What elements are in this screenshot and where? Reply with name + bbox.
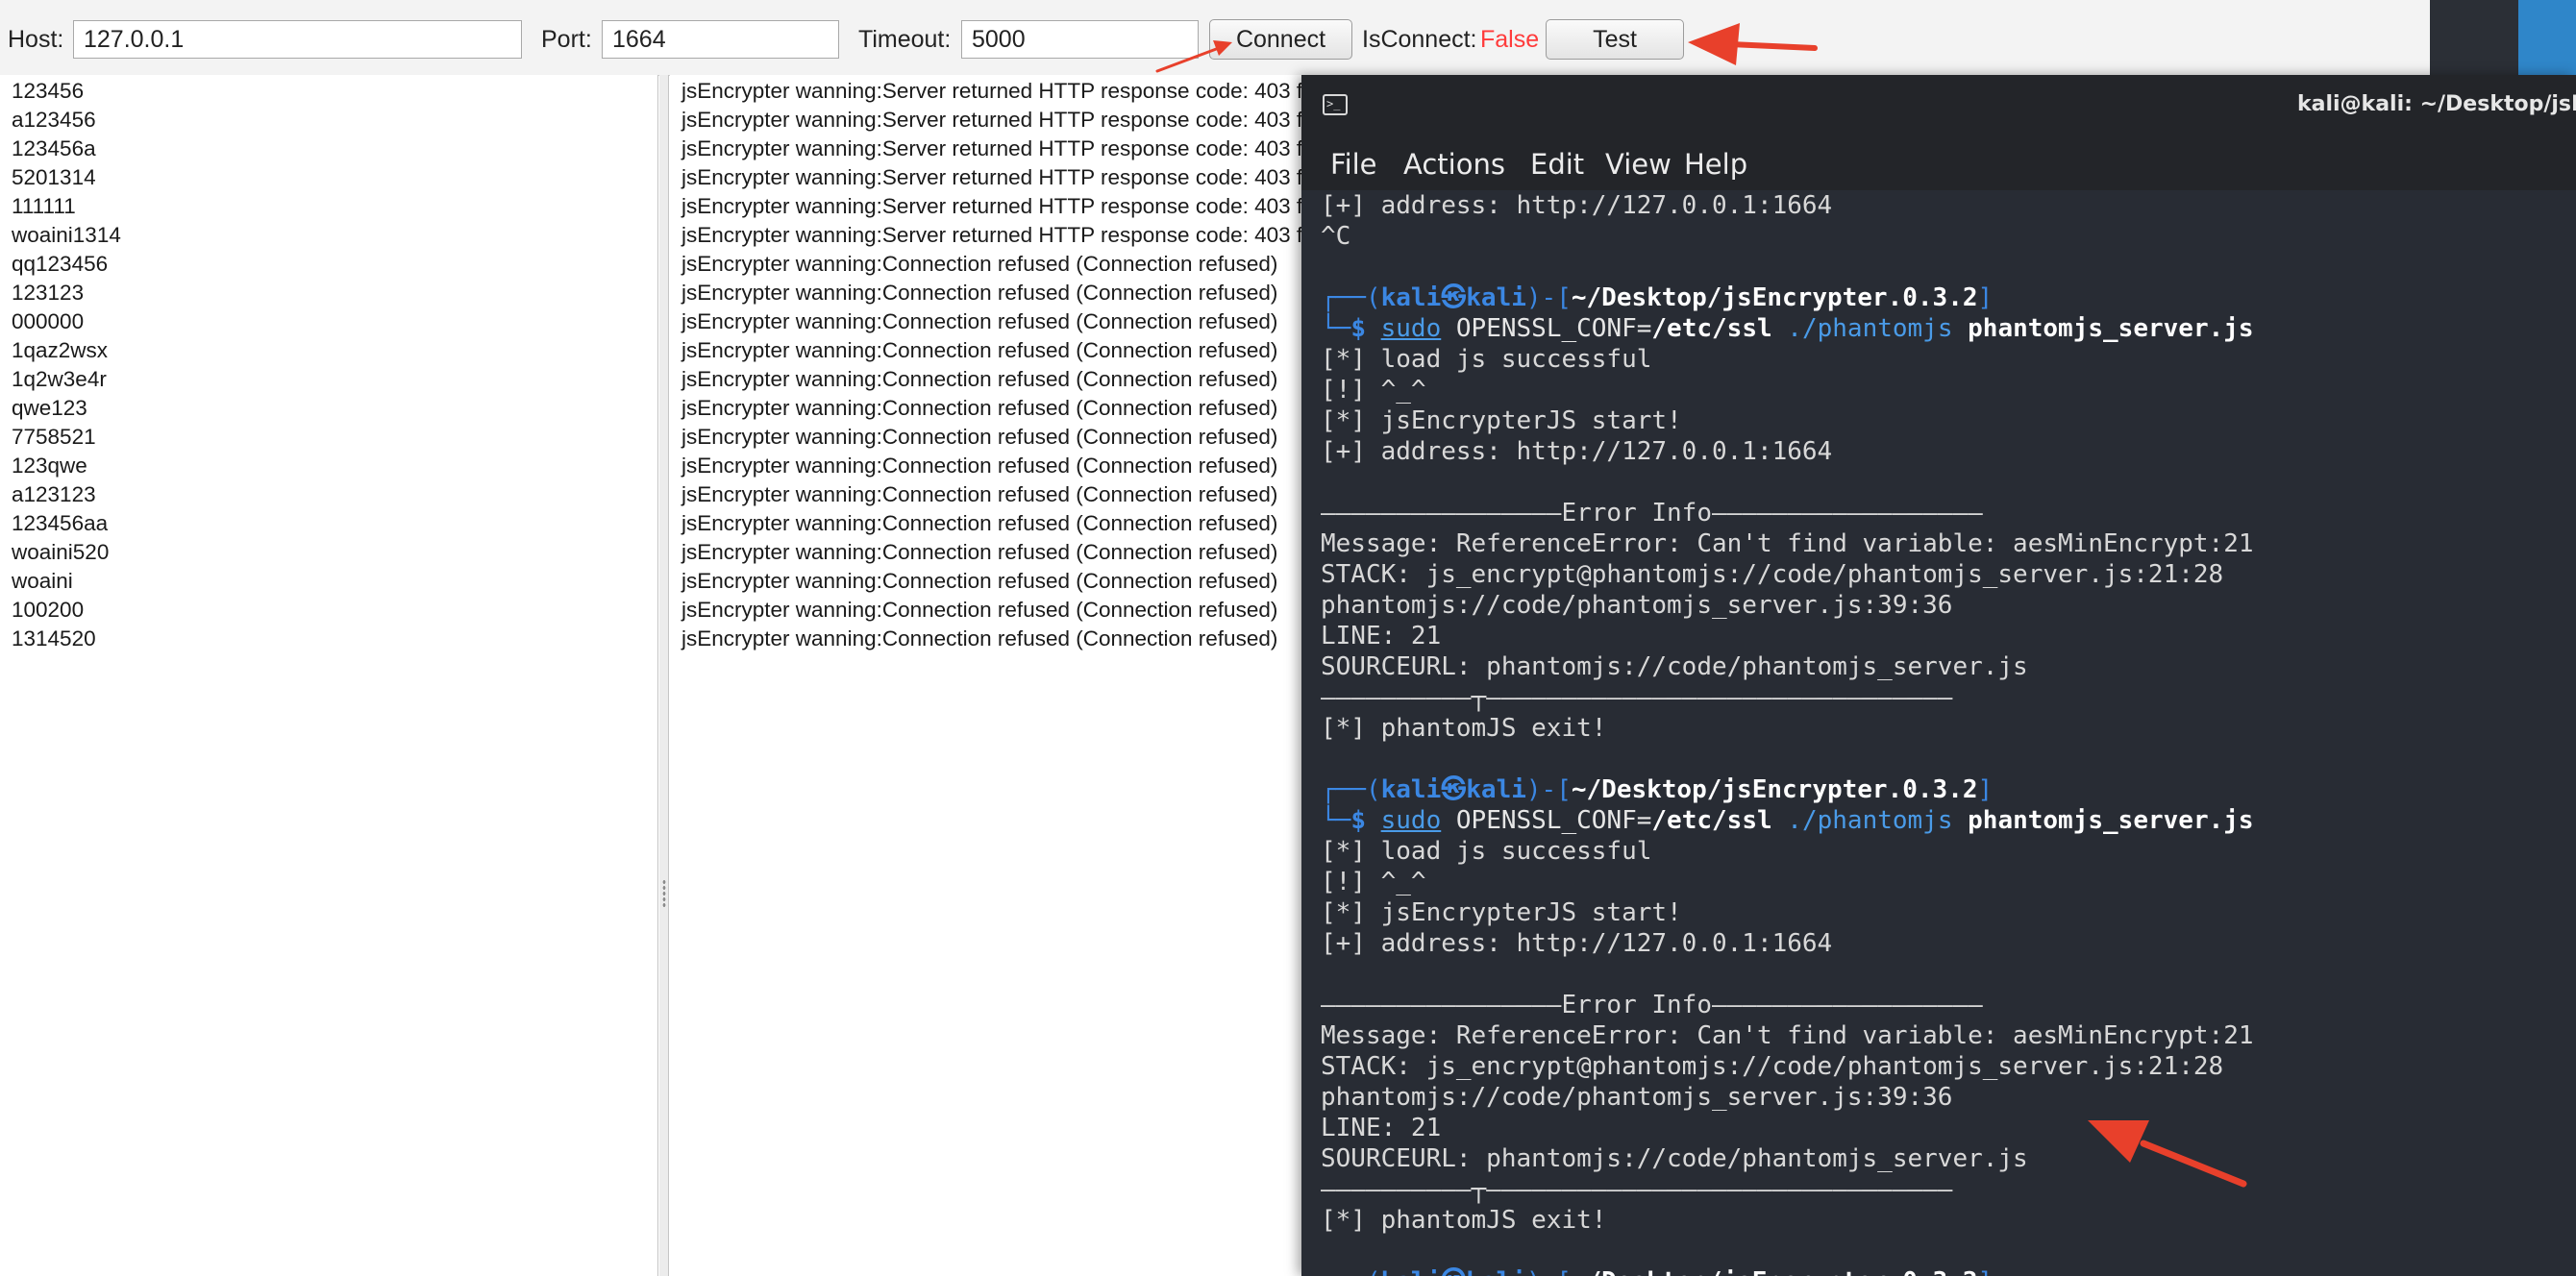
password-list-panel[interactable]: 123456 a123456 123456a 5201314 111111 wo… (0, 75, 658, 1276)
error-footer: ——————————┬—————————————————————————————… (1321, 1175, 1953, 1204)
menu-actions[interactable]: Actions (1403, 148, 1505, 181)
timeout-input[interactable] (961, 20, 1199, 59)
log-line: jsEncrypter wanning:Connection refused (… (681, 309, 1278, 333)
terminal-line: [+] address: http://127.0.0.1:1664 (1321, 437, 1833, 466)
list-item[interactable]: woaini (12, 569, 73, 594)
list-item[interactable]: 1qaz2wsx (12, 338, 108, 363)
terminal-line: [*] phantomJS exit! (1321, 1206, 1607, 1235)
terminal-line: LINE: 21 (1321, 622, 1442, 650)
list-item[interactable]: 123qwe (12, 454, 87, 478)
list-item[interactable]: woaini1314 (12, 223, 121, 248)
log-line: jsEncrypter wanning:Connection refused (… (681, 511, 1278, 535)
status-label: IsConnect: (1362, 26, 1477, 53)
error-header: ————————————————Error Info——————————————… (1321, 499, 1983, 528)
terminal-line: phantomjs://code/phantomjs_server.js:39:… (1321, 1083, 1953, 1112)
list-item[interactable]: 100200 (12, 598, 84, 623)
list-item[interactable]: qq123456 (12, 252, 108, 277)
terminal-command: └─$ sudo OPENSSL_CONF=/etc/ssl ./phantom… (1321, 806, 2254, 835)
port-input[interactable] (602, 20, 839, 59)
log-line: jsEncrypter wanning:Connection refused (… (681, 540, 1278, 564)
log-line: jsEncrypter wanning:Connection refused (… (681, 252, 1278, 276)
terminal-line: [*] phantomJS exit! (1321, 714, 1607, 743)
terminal-prompt: ┌──(kali㉿kali)-[~/Desktop/jsEncrypter.0.… (1321, 1266, 1993, 1276)
connection-toolbar: Host: Port: Timeout: Connect IsConnect: … (0, 0, 2430, 76)
list-item[interactable]: 1314520 (12, 626, 96, 651)
connect-button[interactable]: Connect (1209, 19, 1352, 60)
log-line: jsEncrypter wanning:Connection refused (… (681, 396, 1278, 420)
log-line: jsEncrypter wanning:Connection refused (… (681, 281, 1278, 305)
log-line: jsEncrypter wanning:Connection refused (… (681, 367, 1278, 391)
terminal-line: [*] jsEncrypterJS start! (1321, 406, 1682, 435)
list-item[interactable]: 7758521 (12, 425, 96, 450)
log-line: jsEncrypter wanning:Connection refused (… (681, 482, 1278, 506)
log-line: jsEncrypter wanning:Connection refused (… (681, 598, 1278, 622)
error-header: ————————————————Error Info——————————————… (1321, 991, 1983, 1019)
terminal-line: [!] ^_^ (1321, 376, 1426, 405)
terminal-line: STACK: js_encrypt@phantomjs://code/phant… (1321, 1052, 2224, 1081)
splitter-grip-icon[interactable] (662, 879, 666, 908)
menu-help[interactable]: Help (1684, 148, 1747, 181)
connection-status-value: False (1480, 26, 1540, 53)
list-item[interactable]: a123123 (12, 482, 96, 507)
log-line: jsEncrypter wanning:Connection refused (… (681, 454, 1278, 478)
terminal-line: [*] load js successful (1321, 837, 1652, 866)
terminal-output[interactable]: [+] address: http://127.0.0.1:1664 ^C ┌─… (1301, 190, 2576, 1276)
panel-splitter[interactable] (659, 75, 669, 1276)
log-line: jsEncrypter wanning:Connection refused (… (681, 626, 1278, 650)
menu-edit[interactable]: Edit (1530, 148, 1584, 181)
list-item[interactable]: qwe123 (12, 396, 87, 421)
terminal-line: SOURCEURL: phantomjs://code/phantomjs_se… (1321, 1144, 2028, 1173)
menu-file[interactable]: File (1330, 148, 1377, 181)
host-label: Host: (8, 26, 64, 53)
terminal-line: Message: ReferenceError: Can't find vari… (1321, 1021, 2254, 1050)
terminal-prompt: ┌──(kali㉿kali)-[~/Desktop/jsEncrypter.0.… (1321, 775, 1994, 804)
terminal-line: [+] address: http://127.0.0.1:1664 (1321, 191, 1833, 220)
list-item[interactable]: 111111 (12, 194, 76, 219)
log-line: jsEncrypter wanning:Connection refused (… (681, 338, 1278, 362)
terminal-prompt: ┌──(kali㉿kali)-[~/Desktop/jsEncrypter.0.… (1321, 283, 1994, 312)
list-item[interactable]: 000000 (12, 309, 84, 334)
timeout-label: Timeout: (858, 26, 952, 53)
log-line: jsEncrypter wanning:Connection refused (… (681, 569, 1278, 593)
terminal-line: phantomjs://code/phantomjs_server.js:39:… (1321, 591, 1953, 620)
terminal-window[interactable]: >_ kali@kali: ~/Desktop/jsEncrypter.0.3.… (1301, 75, 2576, 1276)
terminal-line: [!] ^_^ (1321, 868, 1426, 896)
list-item[interactable]: 123456aa (12, 511, 108, 536)
list-item[interactable]: woaini520 (12, 540, 109, 565)
list-item[interactable]: a123456 (12, 108, 96, 133)
terminal-line: [+] address: http://127.0.0.1:1664 (1321, 929, 1833, 958)
host-input[interactable] (73, 20, 522, 59)
list-item[interactable]: 123123 (12, 281, 84, 306)
error-footer: ——————————┬—————————————————————————————… (1321, 683, 1953, 712)
list-item[interactable]: 123456a (12, 136, 96, 161)
terminal-line: Message: ReferenceError: Can't find vari… (1321, 529, 2254, 558)
terminal-line: [*] load js successful (1321, 345, 1652, 374)
terminal-line: LINE: 21 (1321, 1114, 1442, 1142)
terminal-line: SOURCEURL: phantomjs://code/phantomjs_se… (1321, 652, 2028, 681)
port-label: Port: (541, 26, 592, 53)
menu-view[interactable]: View (1605, 148, 1672, 181)
terminal-line: STACK: js_encrypt@phantomjs://code/phant… (1321, 560, 2224, 589)
list-item[interactable]: 1q2w3e4r (12, 367, 107, 392)
terminal-command: └─$ sudo OPENSSL_CONF=/etc/ssl ./phantom… (1321, 314, 2254, 343)
background-window-accent (2518, 0, 2576, 75)
log-line: jsEncrypter wanning:Connection refused (… (681, 425, 1278, 449)
test-button[interactable]: Test (1546, 19, 1684, 60)
list-item[interactable]: 5201314 (12, 165, 96, 190)
list-item[interactable]: 123456 (12, 79, 84, 104)
terminal-line: ^C (1321, 222, 1351, 251)
terminal-icon: >_ (1323, 94, 1348, 115)
terminal-line: [*] jsEncrypterJS start! (1321, 898, 1682, 927)
terminal-title: kali@kali: ~/Desktop/jsEncrypter.0.3.2 (2297, 92, 2576, 116)
